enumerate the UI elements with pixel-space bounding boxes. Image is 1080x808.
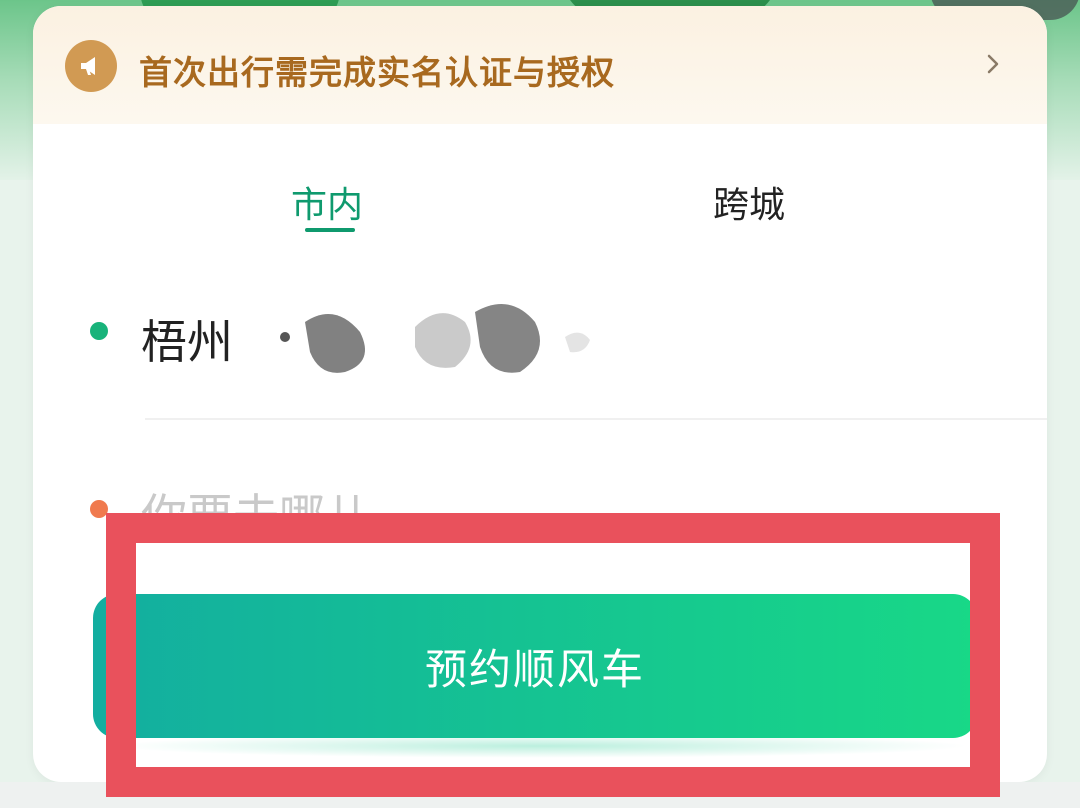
trip-type-tabs: 市内 跨城 [33,124,1047,244]
origin-dot [90,322,108,340]
highlight-box [106,513,1000,797]
notice-text: 首次出行需完成实名认证与授权 [139,53,615,92]
redacted-address [280,304,590,373]
origin-field[interactable]: 梧州 [141,306,233,372]
verification-notice-bar[interactable]: 首次出行需完成实名认证与授权 [33,6,1047,124]
megaphone-icon [65,40,117,92]
tab-intercity[interactable]: 跨城 [713,176,785,228]
active-tab-indicator [305,228,355,232]
tab-city[interactable]: 市内 [291,176,363,228]
divider [145,418,1047,420]
chevron-right-icon [987,54,999,74]
